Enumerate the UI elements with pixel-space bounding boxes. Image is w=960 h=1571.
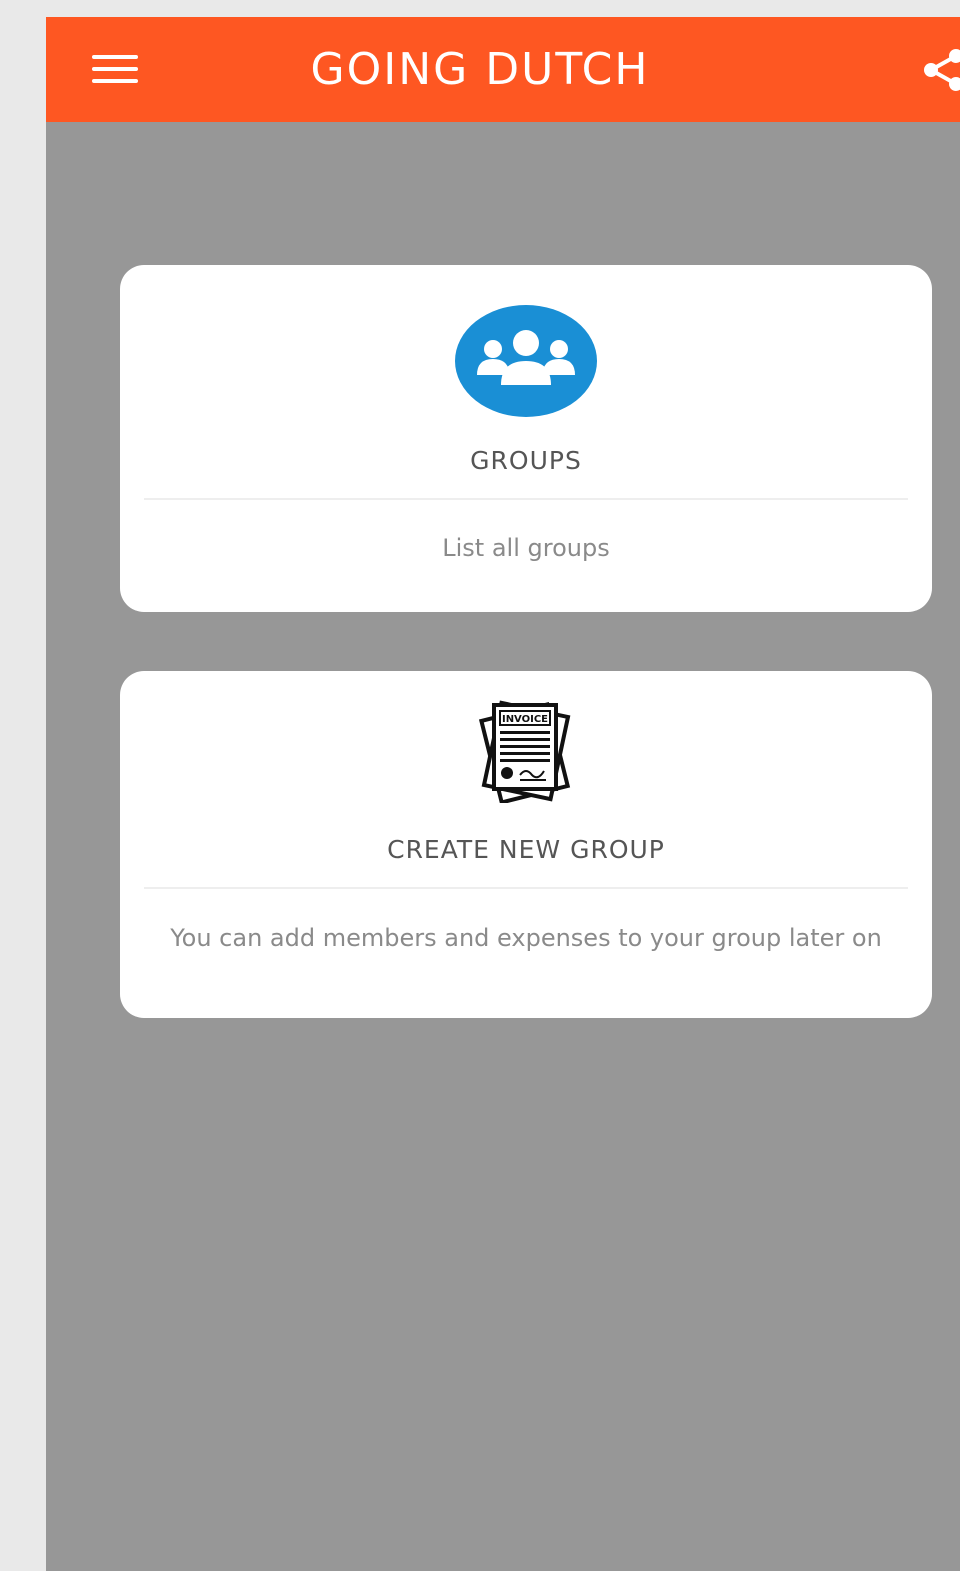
app-title: GOING DUTCH <box>310 44 650 95</box>
divider <box>144 498 908 500</box>
groups-icon <box>120 305 932 421</box>
invoice-icon-label: INVOICE <box>502 714 548 725</box>
invoice-icon: INVOICE <box>120 699 932 807</box>
groups-card[interactable]: GROUPS List all groups <box>120 265 932 612</box>
groups-card-title: GROUPS <box>470 446 582 475</box>
share-icon[interactable] <box>922 49 960 91</box>
app-bar: GOING DUTCH <box>46 17 960 122</box>
divider <box>144 887 908 889</box>
groups-card-subtitle: List all groups <box>442 534 610 562</box>
create-group-card-subtitle: You can add members and expenses to your… <box>170 924 882 952</box>
app-screen: GOING DUTCH GROUPS List all groups INVOI… <box>46 17 960 1571</box>
create-group-card[interactable]: INVOICE CREATE NEW GROUP You can add mem… <box>120 671 932 1018</box>
create-group-card-title: CREATE NEW GROUP <box>387 835 665 864</box>
